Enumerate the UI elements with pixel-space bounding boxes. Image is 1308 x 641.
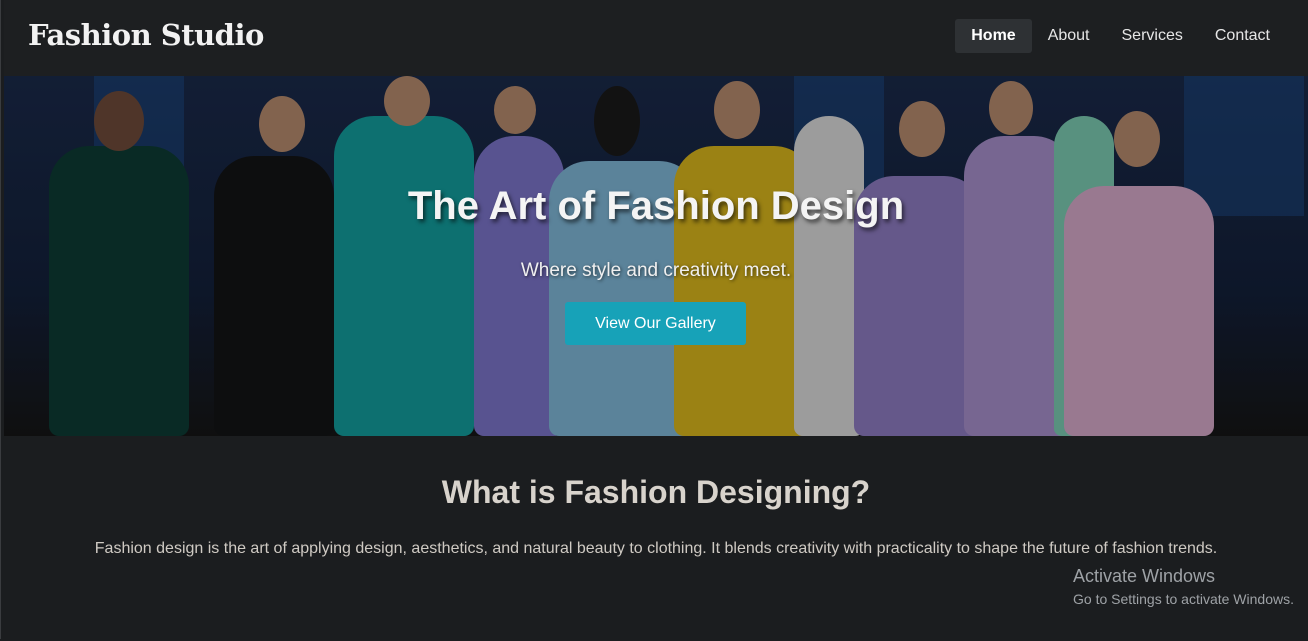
section-heading: What is Fashion Designing? [441, 474, 871, 510]
watermark-subtitle: Go to Settings to activate Windows. [1073, 591, 1294, 607]
nav-item-home[interactable]: Home [955, 19, 1032, 53]
hero-section: The Art of Fashion Design Where style an… [4, 76, 1308, 436]
activate-windows-watermark: Activate Windows Go to Settings to activ… [1073, 566, 1294, 607]
nav-item-services[interactable]: Services [1106, 19, 1199, 53]
about-section: What is Fashion Designing? Fashion desig… [4, 436, 1308, 641]
main-nav: Home About Services Contact [955, 19, 1286, 53]
navbar: Fashion Studio Home About Services Conta… [4, 0, 1308, 76]
hero-subtitle: Where style and creativity meet. [520, 260, 792, 281]
hero-title: The Art of Fashion Design [407, 184, 905, 228]
brand-logo[interactable]: Fashion Studio [28, 18, 264, 52]
section-description: Fashion design is the art of applying de… [94, 540, 1218, 557]
nav-item-contact[interactable]: Contact [1199, 19, 1286, 53]
nav-item-about[interactable]: About [1032, 19, 1106, 53]
view-gallery-button[interactable]: View Our Gallery [565, 302, 746, 345]
watermark-title: Activate Windows [1073, 566, 1216, 586]
